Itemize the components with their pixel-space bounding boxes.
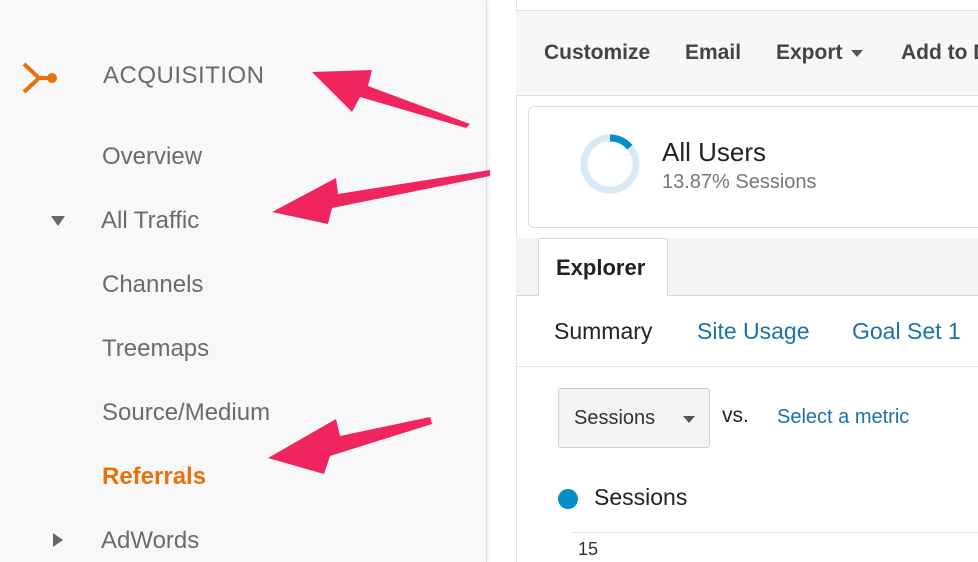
acquisition-section-label[interactable]: ACQUISITION (103, 62, 265, 90)
sidebar-item-treemaps[interactable]: Treemaps (102, 335, 209, 363)
chevron-down-icon (850, 49, 863, 57)
export-label: Export (776, 41, 843, 64)
metric-select-value: Sessions (574, 407, 656, 429)
export-button[interactable]: Export (776, 41, 863, 65)
segment-title: All Users (662, 137, 767, 167)
add-to-dashboard-button[interactable]: Add to D (901, 41, 978, 65)
main-panel: Customize Email Export Add to D All User… (516, 0, 978, 562)
segment-subtitle: 13.87% Sessions (662, 171, 817, 193)
select-metric-link[interactable]: Select a metric (777, 406, 909, 429)
sidebar-item-adwords[interactable]: AdWords (101, 527, 199, 555)
legend-dot-icon (558, 489, 578, 509)
sidebar-item-source-medium[interactable]: Source/Medium (102, 399, 270, 427)
legend-label: Sessions (594, 484, 688, 510)
subtab-site-usage[interactable]: Site Usage (697, 318, 810, 345)
acquisition-icon (22, 62, 57, 94)
vs-label: vs. (722, 404, 749, 427)
chart-gridline (572, 532, 978, 533)
subtab-goal-set-1[interactable]: Goal Set 1 (852, 318, 961, 345)
chevron-down-icon (683, 416, 695, 423)
metric-select[interactable]: Sessions (558, 388, 710, 448)
customize-button[interactable]: Customize (544, 41, 650, 65)
sidebar-item-referrals[interactable]: Referrals (102, 463, 206, 491)
tab-explorer[interactable]: Explorer (538, 238, 668, 296)
sidebar-item-channels[interactable]: Channels (102, 271, 203, 299)
y-axis-tick: 15 (578, 539, 599, 559)
tab-explorer-label: Explorer (556, 255, 646, 280)
expand-right-icon[interactable] (53, 533, 63, 547)
segment-donut-icon (580, 134, 640, 194)
report-toolbar: Customize Email Export Add to D (516, 11, 978, 96)
sidebar-item-all-traffic[interactable]: All Traffic (101, 207, 199, 235)
sidebar: ACQUISITION Overview All Traffic Channel… (0, 0, 487, 562)
subtab-summary[interactable]: Summary (554, 318, 652, 345)
email-button[interactable]: Email (685, 41, 741, 65)
sidebar-item-overview[interactable]: Overview (102, 143, 202, 171)
expand-down-icon[interactable] (51, 216, 65, 226)
